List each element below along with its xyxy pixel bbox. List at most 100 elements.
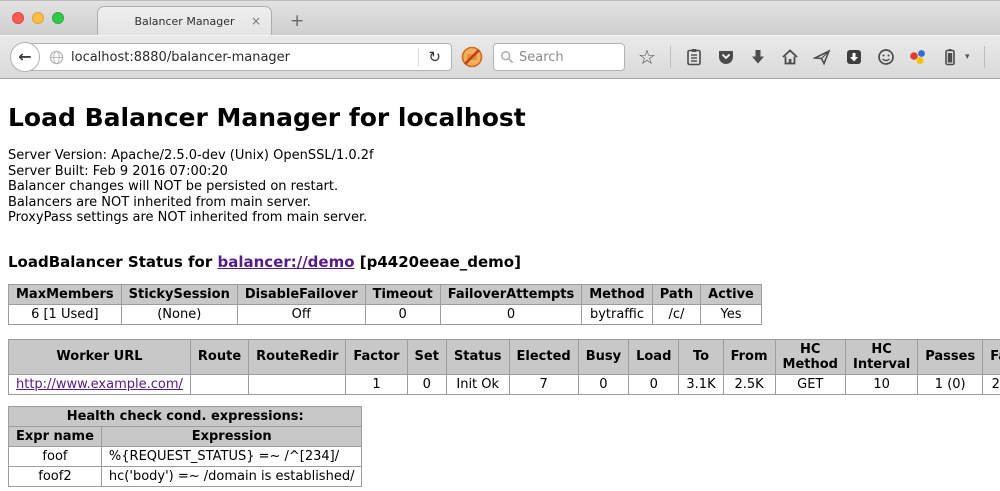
header-from: From <box>723 339 775 374</box>
header-expr-name: Expr name <box>9 426 102 446</box>
cell-hc-method: GET <box>775 374 845 394</box>
bookmarks-clipboard-icon[interactable] <box>685 48 703 66</box>
chevron-down-icon[interactable]: ▾ <box>965 52 970 62</box>
header-set: Set <box>407 339 446 374</box>
cell-routeredir <box>249 374 346 394</box>
window-titlebar: Balancer Manager × + <box>0 0 1000 35</box>
page-title: Load Balancer Manager for localhost <box>8 79 992 132</box>
close-window-button[interactable] <box>12 12 24 24</box>
url-text[interactable]: localhost:8880/balancer-manager <box>71 50 418 65</box>
cell-active: Yes <box>701 304 762 324</box>
cell-busy: 0 <box>578 374 628 394</box>
header-stickysession: StickySession <box>121 284 237 304</box>
home-icon[interactable] <box>781 48 799 66</box>
urlbar-divider <box>418 48 419 66</box>
cell-stickysession: (None) <box>121 304 237 324</box>
header-route: Route <box>190 339 248 374</box>
header-busy: Busy <box>578 339 628 374</box>
cell-method: bytraffic <box>582 304 652 324</box>
worker-url-link[interactable]: http://www.example.com/ <box>16 377 183 392</box>
cell-fails: 2 (0) <box>983 374 1000 394</box>
table-row: foof %{REQUEST_STATUS} =~ /^[234]/ <box>9 446 362 466</box>
header-method: Method <box>582 284 652 304</box>
server-built-line: Server Built: Feb 9 2016 07:00:20 <box>8 164 992 180</box>
header-factor: Factor <box>346 339 407 374</box>
persist-warning-line: Balancer changes will NOT be persisted o… <box>8 179 992 195</box>
header-expression: Expression <box>101 426 362 446</box>
chat-smiley-icon[interactable] <box>877 48 895 66</box>
tab-close-icon[interactable]: × <box>251 15 261 27</box>
zoom-window-button[interactable] <box>52 12 64 24</box>
cell-passes: 1 (0) <box>918 374 983 394</box>
header-passes: Passes <box>918 339 983 374</box>
header-load: Load <box>629 339 679 374</box>
cell-set: 0 <box>407 374 446 394</box>
cell-failoverattempts: 0 <box>440 304 582 324</box>
header-maxmembers: MaxMembers <box>9 284 122 304</box>
back-button[interactable]: ← <box>10 42 40 72</box>
table-row: http://www.example.com/ 1 0 Init Ok 7 0 … <box>9 374 1000 394</box>
url-bar[interactable]: localhost:8880/balancer-manager ↻ <box>24 43 452 71</box>
header-elected: Elected <box>509 339 578 374</box>
server-version-line: Server Version: Apache/2.5.0-dev (Unix) … <box>8 148 992 164</box>
back-arrow-icon: ← <box>18 49 31 65</box>
balancer-settings-table: MaxMembers StickySession DisableFailover… <box>8 284 762 325</box>
minimize-window-button[interactable] <box>32 12 44 24</box>
cell-worker-url: http://www.example.com/ <box>9 374 191 394</box>
cell-timeout: 0 <box>365 304 440 324</box>
cell-expr-name: foof <box>9 446 102 466</box>
cell-from: 2.5K <box>723 374 775 394</box>
toolbar-icons: ☆ <box>638 46 1000 68</box>
tab-title: Balancer Manager <box>134 15 234 28</box>
loadbalancer-status-heading: LoadBalancer Status for balancer://demo … <box>8 253 992 271</box>
header-hc-method: HC Method <box>775 339 845 374</box>
search-bar[interactable] <box>493 43 625 71</box>
balancer-demo-link[interactable]: balancer://demo <box>217 253 354 271</box>
reload-icon[interactable]: ↻ <box>428 50 441 65</box>
search-input[interactable] <box>519 50 609 65</box>
downloads-icon[interactable] <box>749 48 767 66</box>
cell-to: 3.1K <box>679 374 723 394</box>
header-status: Status <box>446 339 509 374</box>
page-content: Load Balancer Manager for localhost Serv… <box>0 79 1000 491</box>
header-routeredir: RouteRedir <box>249 339 346 374</box>
globe-icon <box>49 50 64 65</box>
table-header-row: Expr name Expression <box>9 426 362 446</box>
cell-expression: hc('body') =~ /domain is established/ <box>101 466 362 486</box>
health-table-title: Health check cond. expressions: <box>9 406 362 426</box>
status-heading-suffix: [p4420eeae_demo] <box>355 253 521 271</box>
battery-extension-icon[interactable] <box>941 48 959 66</box>
download-box-icon[interactable] <box>845 48 863 66</box>
header-fails: Fails <box>983 339 1000 374</box>
new-tab-button[interactable]: + <box>290 11 304 31</box>
plugin-blocked-icon[interactable] <box>461 46 483 68</box>
cell-hc-interval: 10 <box>845 374 917 394</box>
navigation-toolbar: ← localhost:8880/balancer-manager ↻ ☆ <box>0 35 1000 79</box>
header-disablefailover: DisableFailover <box>237 284 365 304</box>
header-active: Active <box>701 284 762 304</box>
cell-disablefailover: Off <box>237 304 365 324</box>
send-plane-icon[interactable] <box>813 48 831 66</box>
server-info-block: Server Version: Apache/2.5.0-dev (Unix) … <box>8 148 992 226</box>
bookmark-star-icon[interactable]: ☆ <box>638 48 656 66</box>
table-header-row: MaxMembers StickySession DisableFailover… <box>9 284 762 304</box>
proxypass-warning-line: ProxyPass settings are NOT inherited fro… <box>8 210 992 226</box>
toolbar-divider <box>670 46 671 68</box>
cell-elected: 7 <box>509 374 578 394</box>
header-path: Path <box>652 284 700 304</box>
header-failoverattempts: FailoverAttempts <box>440 284 582 304</box>
inherit-warning-line: Balancers are NOT inherited from main se… <box>8 195 992 211</box>
header-hc-interval: HC Interval <box>845 339 917 374</box>
header-timeout: Timeout <box>365 284 440 304</box>
table-row: foof2 hc('body') =~ /domain is establish… <box>9 466 362 486</box>
table-title-row: Health check cond. expressions: <box>9 406 362 426</box>
cell-status: Init Ok <box>446 374 509 394</box>
pocket-icon[interactable] <box>717 48 735 66</box>
cell-factor: 1 <box>346 374 407 394</box>
header-worker-url: Worker URL <box>9 339 191 374</box>
video-downloadhelper-icon[interactable] <box>909 48 927 66</box>
browser-tab[interactable]: Balancer Manager × <box>97 6 272 35</box>
cell-expr-name: foof2 <box>9 466 102 486</box>
worker-status-table: Worker URL Route RouteRedir Factor Set S… <box>8 339 1000 395</box>
status-heading-prefix: LoadBalancer Status for <box>8 253 217 271</box>
